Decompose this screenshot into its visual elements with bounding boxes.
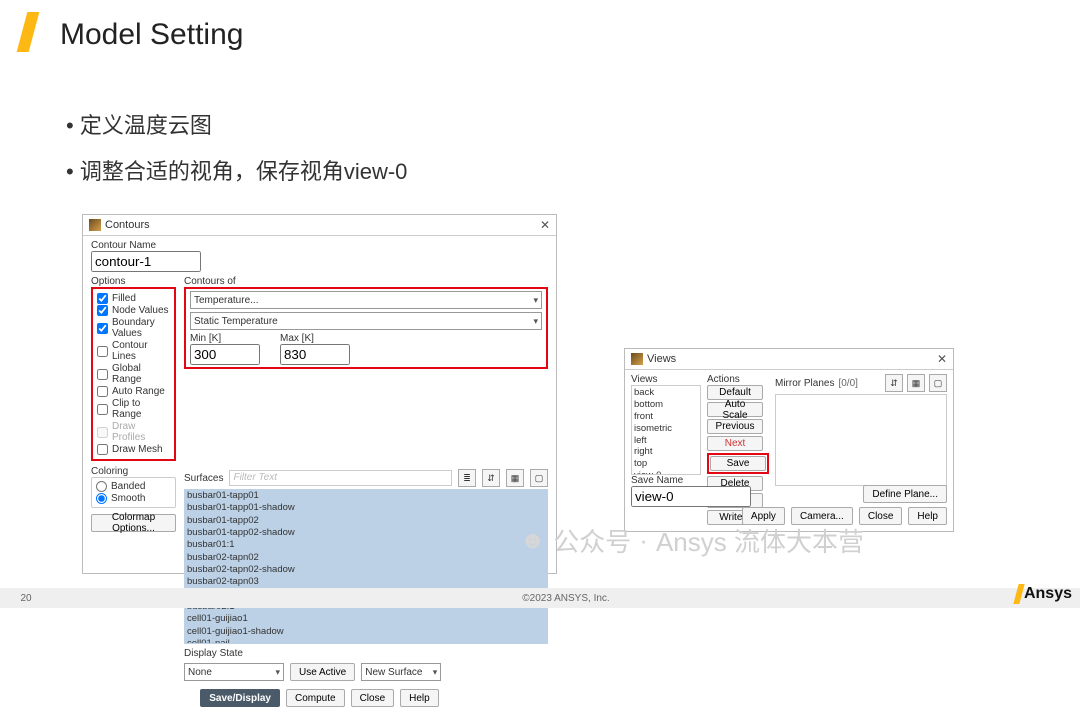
toggle-tree-icon[interactable]: ≣ — [458, 469, 476, 487]
apply-button[interactable]: Apply — [742, 507, 785, 525]
next-button[interactable]: Next — [707, 436, 763, 451]
chk-auto-range[interactable]: Auto Range — [97, 386, 170, 397]
mirror-filter-icon[interactable]: ⇵ — [885, 374, 903, 392]
display-state-select[interactable]: None — [184, 663, 284, 681]
field-variable-select[interactable]: Static Temperature — [190, 312, 542, 330]
contours-of-label: Contours of — [184, 276, 236, 287]
surface-item[interactable]: busbar01-tapp01-shadow — [185, 502, 547, 514]
mirror-label: Mirror Planes — [775, 378, 834, 389]
slide-footer: 20 ©2023 ANSYS, Inc. — [0, 588, 1080, 608]
surface-item[interactable]: cell01-guijiao1-shadow — [185, 626, 547, 638]
radio-smooth[interactable]: Smooth — [96, 493, 171, 504]
surface-item[interactable]: busbar01-tapp02 — [185, 515, 547, 527]
options-group: Filled Node Values Boundary Values Conto… — [91, 287, 176, 461]
mirror-list[interactable] — [775, 394, 947, 486]
chk-global-range[interactable]: Global Range — [97, 363, 170, 385]
contour-name-input[interactable] — [91, 251, 201, 272]
views-titlebar[interactable]: Views ✕ — [625, 349, 953, 370]
view-item[interactable]: bottom — [634, 399, 698, 411]
view-item[interactable]: front — [634, 411, 698, 423]
surface-item[interactable]: busbar02-tapn02-shadow — [185, 564, 547, 576]
use-active-button[interactable]: Use Active — [290, 663, 355, 681]
new-surface-select[interactable]: New Surface — [361, 663, 441, 681]
camera-button[interactable]: Camera... — [791, 507, 853, 525]
mirror-count: [0/0] — [838, 378, 857, 389]
slide-title: Model Setting — [60, 18, 243, 52]
save-name-label: Save Name — [631, 475, 751, 486]
contours-dialog: Contours ✕ Contour Name Options Contours… — [82, 214, 557, 574]
previous-button[interactable]: Previous — [707, 419, 763, 434]
bullet-list: 定义温度云图 调整合适的视角，保存视角view-0 — [66, 108, 407, 200]
save-display-button[interactable]: Save/Display — [200, 689, 280, 707]
contours-title: Contours — [105, 219, 150, 231]
chk-boundary-values[interactable]: Boundary Values — [97, 317, 170, 339]
surface-item[interactable]: busbar02-tapn02 — [185, 552, 547, 564]
chk-node-values[interactable]: Node Values — [97, 305, 170, 316]
bullet-2: 调整合适的视角，保存视角view-0 — [66, 154, 407, 186]
chk-filled[interactable]: Filled — [97, 293, 170, 304]
copyright: ©2023 ANSYS, Inc. — [52, 593, 1080, 604]
close-icon[interactable]: ✕ — [540, 218, 550, 232]
chk-clip-to-range[interactable]: Clip to Range — [97, 398, 170, 420]
view-item[interactable]: right — [634, 446, 698, 458]
contours-help-button[interactable]: Help — [400, 689, 439, 707]
surface-item[interactable]: cell01-guijiao1 — [185, 613, 547, 625]
view-item[interactable]: back — [634, 387, 698, 399]
max-label: Max [K] — [280, 333, 350, 344]
views-help-button[interactable]: Help — [908, 507, 947, 525]
filter-icon[interactable]: ⇵ — [482, 469, 500, 487]
surface-item[interactable]: cell01-nail — [185, 638, 547, 644]
view-item[interactable]: left — [634, 435, 698, 447]
view-item[interactable]: isometric — [634, 423, 698, 435]
slide-accent — [17, 12, 40, 52]
contours-titlebar[interactable]: Contours ✕ — [83, 215, 556, 236]
min-label: Min [K] — [190, 333, 260, 344]
surfaces-list[interactable]: busbar01-tapp01busbar01-tapp01-shadowbus… — [184, 489, 548, 644]
contours-of-group: Temperature... Static Temperature Min [K… — [184, 287, 548, 369]
display-state-label: Display State — [184, 648, 548, 659]
define-plane-button[interactable]: Define Plane... — [863, 485, 947, 503]
select-all-icon[interactable]: ▦ — [506, 469, 524, 487]
radio-banded[interactable]: Banded — [96, 481, 171, 492]
views-list-label: Views — [631, 374, 701, 385]
surface-item[interactable]: busbar01:1 — [185, 539, 547, 551]
autoscale-button[interactable]: Auto Scale — [707, 402, 763, 417]
bullet-1: 定义温度云图 — [66, 108, 407, 140]
ansys-logo: Ansys — [1016, 584, 1072, 604]
contours-close-button[interactable]: Close — [351, 689, 395, 707]
min-input[interactable] — [190, 344, 260, 365]
surface-item[interactable]: busbar01-tapp02-shadow — [185, 527, 547, 539]
surface-item[interactable]: busbar02-tapn03 — [185, 576, 547, 588]
actions-label: Actions — [707, 374, 769, 385]
coloring-label: Coloring — [91, 466, 176, 477]
mirror-select-all-icon[interactable]: ▦ — [907, 374, 925, 392]
options-label: Options — [91, 276, 176, 287]
views-icon — [631, 353, 643, 365]
contour-name-label: Contour Name — [91, 240, 548, 251]
page-number: 20 — [0, 593, 52, 604]
chk-draw-mesh[interactable]: Draw Mesh — [97, 444, 170, 455]
save-name-input[interactable] — [631, 486, 751, 507]
max-input[interactable] — [280, 344, 350, 365]
chk-draw-profiles[interactable]: Draw Profiles — [97, 421, 170, 443]
contours-icon — [89, 219, 101, 231]
views-dialog: Views ✕ Views backbottomfrontisometricle… — [624, 348, 954, 532]
colormap-options-button[interactable]: Colormap Options... — [91, 514, 176, 532]
surface-item[interactable]: busbar01-tapp01 — [185, 490, 547, 502]
surfaces-label: Surfaces — [184, 473, 223, 484]
deselect-all-icon[interactable]: ▢ — [530, 469, 548, 487]
views-list[interactable]: backbottomfrontisometricleftrighttopview… — [631, 385, 701, 475]
compute-button[interactable]: Compute — [286, 689, 345, 707]
mirror-deselect-icon[interactable]: ▢ — [929, 374, 947, 392]
field-category-select[interactable]: Temperature... — [190, 291, 542, 309]
surfaces-filter[interactable]: Filter Text — [229, 470, 452, 486]
chk-contour-lines[interactable]: Contour Lines — [97, 340, 170, 362]
view-item[interactable]: top — [634, 458, 698, 470]
views-close-button[interactable]: Close — [859, 507, 903, 525]
save-view-button[interactable]: Save — [710, 456, 766, 471]
views-close-icon[interactable]: ✕ — [937, 352, 947, 366]
views-title: Views — [647, 353, 676, 365]
